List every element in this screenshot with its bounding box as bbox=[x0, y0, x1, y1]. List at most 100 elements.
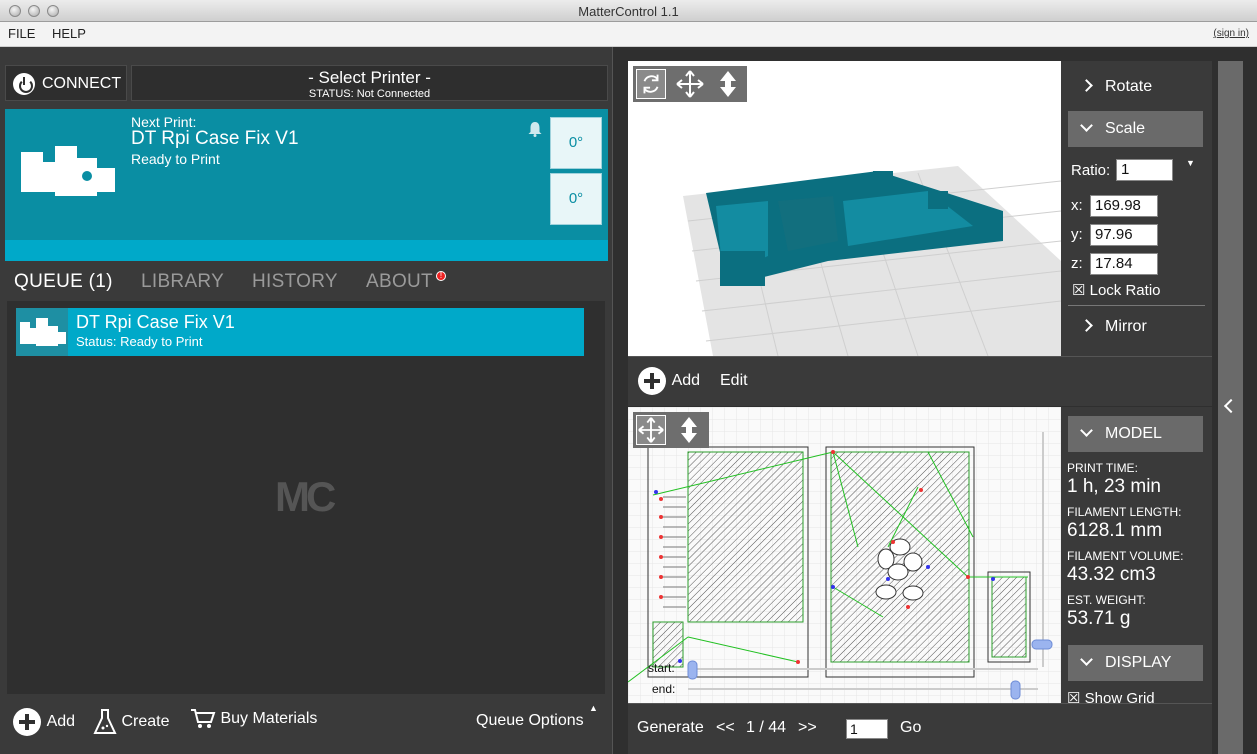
next-layer-button[interactable]: >> bbox=[798, 719, 817, 737]
model-info-panel: MODEL PRINT TIME: 1 h, 23 min FILAMENT L… bbox=[1061, 407, 1212, 703]
title-bar: MatterControl 1.1 bbox=[0, 0, 1257, 22]
move-view-icon[interactable] bbox=[636, 415, 666, 445]
queue-item-status: Status: Ready to Print bbox=[76, 334, 203, 349]
bed-temp-box[interactable]: 0° bbox=[550, 173, 602, 225]
tab-queue[interactable]: QUEUE (1) bbox=[14, 271, 113, 293]
view-add-label: Add bbox=[671, 372, 701, 390]
filament-length-label: FILAMENT LENGTH: bbox=[1067, 505, 1182, 519]
start-label: start: bbox=[648, 661, 675, 675]
rotate-label: Rotate bbox=[1105, 78, 1153, 95]
layer-view[interactable]: start: end: bbox=[628, 407, 1061, 703]
filament-volume-value: 43.32 cm3 bbox=[1067, 564, 1156, 585]
build-plate-render bbox=[683, 166, 1061, 356]
lock-ratio-label: Lock Ratio bbox=[1089, 282, 1161, 299]
layer-view-toolbar bbox=[633, 412, 709, 448]
queue-options-button[interactable]: Queue Options bbox=[476, 712, 584, 730]
layer-goto-input[interactable]: 1 bbox=[846, 719, 888, 739]
extruder-temp-box[interactable]: 0° bbox=[550, 117, 602, 169]
printer-name: - Select Printer - bbox=[308, 68, 431, 87]
scale-x-input[interactable]: 169.98 bbox=[1090, 195, 1158, 217]
menu-file[interactable]: FILE bbox=[8, 26, 35, 41]
lock-ratio-checkbox[interactable]: ☒ Lock Ratio bbox=[1072, 281, 1161, 299]
about-notification-badge: ! bbox=[436, 271, 446, 281]
move-view-icon[interactable] bbox=[675, 69, 705, 99]
window-title: MatterControl 1.1 bbox=[578, 4, 679, 19]
scale-y-input[interactable]: 97.96 bbox=[1090, 224, 1158, 246]
scale-label: Scale bbox=[1105, 120, 1146, 137]
show-grid-checkbox[interactable]: ☒ Show Grid bbox=[1067, 689, 1155, 703]
buy-materials-label: Buy Materials bbox=[220, 710, 318, 728]
print-time-label: PRINT TIME: bbox=[1067, 461, 1138, 475]
display-header-label: DISPLAY bbox=[1105, 654, 1172, 671]
printer-status: STATUS: Not Connected bbox=[308, 88, 431, 100]
view-action-bar: Add Edit bbox=[628, 356, 1212, 406]
model-header-label: MODEL bbox=[1105, 425, 1162, 442]
weight-value: 53.71 g bbox=[1067, 608, 1131, 629]
tab-history[interactable]: HISTORY bbox=[252, 271, 338, 293]
gcode-layer-render bbox=[628, 407, 1061, 703]
create-button[interactable]: Create bbox=[93, 708, 169, 736]
go-button[interactable]: Go bbox=[900, 719, 921, 737]
sign-in-link[interactable]: (sign in) bbox=[1213, 28, 1249, 39]
x-label: x: bbox=[1071, 197, 1083, 214]
ratio-input[interactable]: 1 bbox=[1116, 159, 1173, 181]
chevron-left-icon bbox=[1223, 398, 1239, 414]
ratio-dropdown-icon[interactable]: ▼ bbox=[1186, 158, 1195, 168]
view-toolbar bbox=[633, 66, 747, 102]
prev-layer-button[interactable]: << bbox=[716, 719, 735, 737]
scale-z-input[interactable]: 17.84 bbox=[1090, 253, 1158, 275]
divider bbox=[1068, 305, 1205, 306]
caret-up-icon: ▲ bbox=[589, 703, 598, 713]
transform-panel: Rotate Scale Ratio: 1 ▼ x: 169.98 y: 97.… bbox=[1061, 61, 1212, 356]
connect-button[interactable]: CONNECT bbox=[5, 65, 127, 101]
add-icon bbox=[638, 367, 666, 395]
mirror-section-header[interactable]: Mirror bbox=[1068, 309, 1203, 345]
menu-help[interactable]: HELP bbox=[52, 26, 86, 41]
bell-icon[interactable] bbox=[527, 121, 543, 137]
left-panel: CONNECT - Select Printer - STATUS: Not C… bbox=[0, 47, 612, 754]
rotate-section-header[interactable]: Rotate bbox=[1068, 69, 1203, 105]
panel-splitter[interactable] bbox=[612, 47, 628, 754]
3d-view[interactable] bbox=[628, 61, 1061, 356]
generate-button[interactable]: Generate bbox=[637, 719, 704, 737]
queue-add-button[interactable]: Add bbox=[13, 708, 75, 736]
model-section-header[interactable]: MODEL bbox=[1068, 416, 1203, 452]
list-item[interactable]: DT Rpi Case Fix V1 Status: Ready to Prin… bbox=[16, 308, 584, 356]
collapse-panel-bar[interactable] bbox=[1218, 61, 1243, 754]
chevron-right-icon bbox=[1080, 79, 1093, 92]
rotate-view-icon[interactable] bbox=[636, 69, 666, 99]
chevron-down-icon bbox=[1080, 424, 1093, 437]
zoom-view-icon[interactable] bbox=[674, 415, 704, 445]
next-print-name: DT Rpi Case Fix V1 bbox=[131, 128, 299, 149]
queue-add-label: Add bbox=[46, 713, 76, 731]
end-label: end: bbox=[652, 682, 676, 696]
filament-length-value: 6128.1 mm bbox=[1067, 520, 1163, 541]
zoom-view-icon[interactable] bbox=[713, 69, 743, 99]
weight-label: EST. WEIGHT: bbox=[1067, 593, 1146, 607]
buy-materials-button[interactable]: Buy Materials bbox=[190, 708, 317, 730]
mirror-label: Mirror bbox=[1105, 318, 1147, 335]
connect-label: CONNECT bbox=[42, 75, 122, 92]
scale-section-header[interactable]: Scale bbox=[1068, 111, 1203, 147]
chevron-right-icon bbox=[1080, 319, 1093, 332]
view-add-button[interactable]: Add bbox=[638, 367, 700, 395]
tab-library[interactable]: LIBRARY bbox=[141, 271, 224, 293]
queue-toolbar: Add Create Buy Materials Queue Options ▲ bbox=[0, 697, 612, 754]
flask-icon bbox=[93, 709, 117, 734]
chevron-down-icon bbox=[1080, 119, 1093, 132]
tab-about[interactable]: ABOUT bbox=[366, 271, 433, 293]
queue-item-thumbnail bbox=[16, 308, 68, 356]
chevron-down-icon bbox=[1080, 653, 1093, 666]
show-grid-label: Show Grid bbox=[1084, 690, 1155, 703]
part-thumbnail bbox=[21, 146, 115, 196]
edit-button[interactable]: Edit bbox=[720, 372, 748, 390]
print-time-value: 1 h, 23 min bbox=[1067, 476, 1161, 497]
filament-volume-label: FILAMENT VOLUME: bbox=[1067, 549, 1184, 563]
printer-selector[interactable]: - Select Printer - STATUS: Not Connected bbox=[131, 65, 608, 101]
display-section-header[interactable]: DISPLAY bbox=[1068, 645, 1203, 681]
create-label: Create bbox=[121, 713, 170, 731]
queue-list: DT Rpi Case Fix V1 Status: Ready to Prin… bbox=[7, 301, 605, 694]
layer-navigation-bar: Generate << 1 / 44 >> 1 Go bbox=[628, 703, 1212, 754]
next-print-panel: Next Print: DT Rpi Case Fix V1 Ready to … bbox=[5, 109, 608, 261]
next-print-status: Ready to Print bbox=[131, 151, 220, 167]
